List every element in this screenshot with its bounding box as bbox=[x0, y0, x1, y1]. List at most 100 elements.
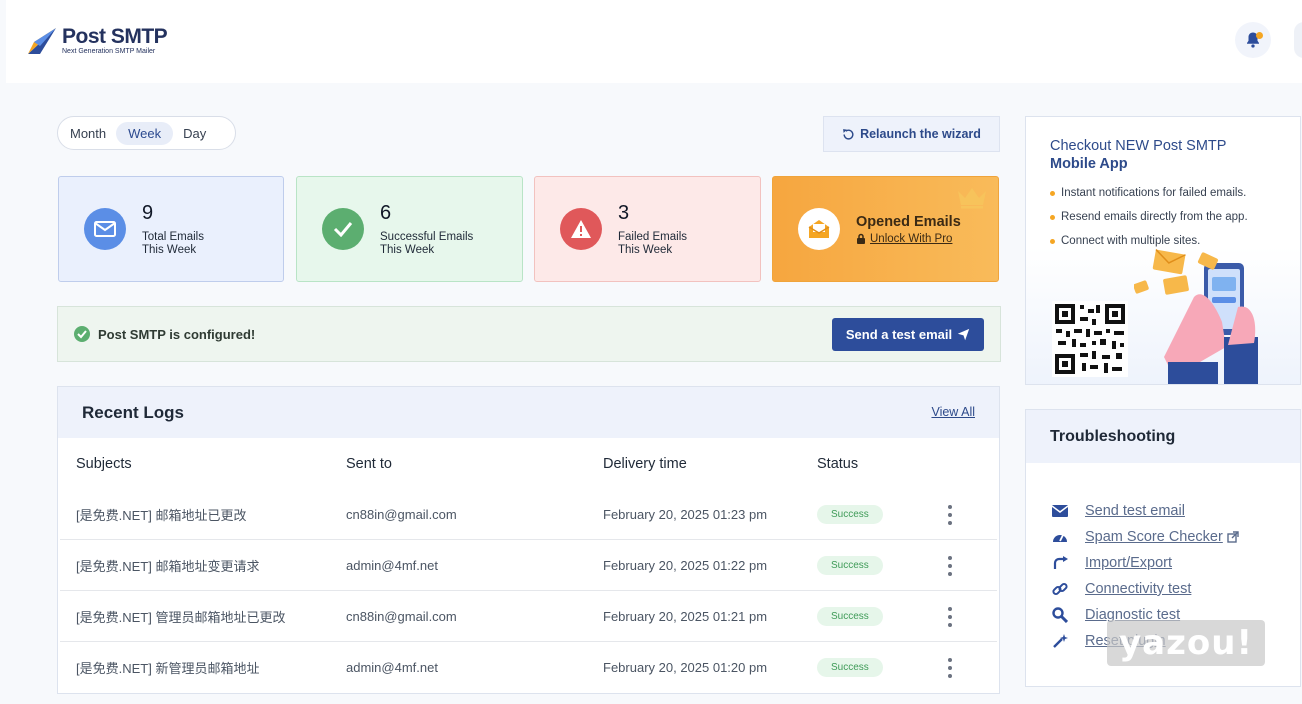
successful-emails-label: Successful Emails bbox=[380, 230, 474, 243]
import-export-label: Import/Export bbox=[1085, 555, 1173, 571]
opened-emails-card[interactable]: Opened Emails Unlock With Pro bbox=[772, 176, 999, 282]
recent-logs-header: Recent Logs View All bbox=[58, 387, 999, 438]
phone-hand-illustration-icon bbox=[1134, 249, 1258, 384]
promo-feature: Instant notifications for failed emails. bbox=[1050, 181, 1248, 205]
row-delivery-time: February 20, 2025 01:21 pm bbox=[603, 609, 768, 624]
period-month[interactable]: Month bbox=[62, 122, 114, 145]
failed-emails-label: Failed Emails bbox=[618, 230, 688, 243]
row-delivery-time: February 20, 2025 01:20 pm bbox=[603, 660, 768, 675]
recent-logs-panel: Recent Logs View All Subjects Sent to De… bbox=[57, 386, 1000, 694]
send-test-email-label: Send a test email bbox=[845, 327, 953, 342]
open-envelope-icon bbox=[798, 208, 840, 250]
qr-code-icon bbox=[1052, 301, 1128, 377]
row-subject: [是免费.NET] 邮箱地址已更改 bbox=[76, 508, 247, 523]
row-actions-icon[interactable] bbox=[948, 642, 952, 693]
successful-emails-count: 6 bbox=[380, 201, 392, 224]
row-recipient: admin@4mf.net bbox=[346, 660, 438, 675]
column-subjects: Subjects bbox=[76, 455, 132, 472]
external-link-icon bbox=[1227, 531, 1239, 543]
column-status: Status bbox=[817, 455, 859, 472]
view-all-link[interactable]: View All bbox=[931, 405, 975, 419]
period-week[interactable]: Week bbox=[116, 121, 174, 145]
column-sent-to: Sent to bbox=[346, 455, 392, 472]
redo-arrow-icon bbox=[1051, 555, 1069, 571]
refresh-icon bbox=[843, 128, 854, 140]
magnifier-icon bbox=[1051, 607, 1069, 623]
notification-dot bbox=[1256, 32, 1263, 39]
send-test-email-link-label: Send test email bbox=[1085, 503, 1185, 519]
failed-emails-card: 3 Failed Emails This Week bbox=[534, 176, 761, 282]
unlock-with-pro-link[interactable]: Unlock With Pro bbox=[856, 233, 961, 245]
row-delivery-time: February 20, 2025 01:22 pm bbox=[603, 558, 768, 573]
promo-app-name: Mobile App bbox=[1050, 156, 1128, 172]
connectivity-test-link[interactable]: Connectivity test bbox=[1051, 576, 1239, 602]
unlock-with-pro-label: Unlock With Pro bbox=[870, 232, 953, 245]
check-circle-icon bbox=[74, 326, 90, 342]
row-actions-icon[interactable] bbox=[948, 540, 952, 591]
watermark-overlay: yazou! bbox=[1107, 620, 1265, 666]
post-smtp-logo[interactable]: Post SMTP Next Generation SMTP Mailer bbox=[26, 24, 168, 56]
total-emails-label: Total Emails bbox=[142, 230, 204, 243]
row-subject: [是免费.NET] 邮箱地址变更请求 bbox=[76, 559, 260, 574]
failed-emails-period: This Week bbox=[618, 243, 673, 256]
table-row[interactable]: [是免费.NET] 邮箱地址已更改 cn88in@gmail.com Febru… bbox=[58, 489, 999, 540]
warning-icon bbox=[560, 208, 602, 250]
gauge-icon bbox=[1051, 529, 1069, 545]
configured-message: Post SMTP is configured! bbox=[98, 326, 256, 342]
crown-icon bbox=[958, 188, 986, 209]
failed-emails-count: 3 bbox=[618, 201, 630, 224]
table-row[interactable]: [是免费.NET] 管理员邮箱地址已更改 cn88in@gmail.com Fe… bbox=[58, 591, 999, 642]
successful-emails-card: 6 Successful Emails This Week bbox=[296, 176, 523, 282]
row-recipient: admin@4mf.net bbox=[346, 558, 438, 573]
status-badge: Success bbox=[817, 607, 883, 626]
relaunch-wizard-button[interactable]: Relaunch the wizard bbox=[823, 116, 1000, 152]
row-actions-icon[interactable] bbox=[948, 489, 952, 540]
magic-wand-icon bbox=[1051, 633, 1069, 649]
promo-heading: Checkout NEW Post SMTP bbox=[1050, 138, 1227, 154]
row-recipient: cn88in@gmail.com bbox=[346, 609, 457, 624]
total-emails-period: This Week bbox=[142, 243, 197, 256]
top-bar bbox=[6, 0, 1302, 83]
recent-logs-title: Recent Logs bbox=[82, 402, 185, 422]
status-badge: Success bbox=[817, 658, 883, 677]
notifications-button[interactable] bbox=[1235, 22, 1271, 58]
logo-subtitle: Next Generation SMTP Mailer bbox=[62, 47, 156, 55]
column-delivery-time: Delivery time bbox=[603, 455, 687, 472]
send-test-email-link[interactable]: Send test email bbox=[1051, 498, 1239, 524]
paper-plane-logo-icon bbox=[28, 28, 56, 54]
row-subject: [是免费.NET] 新管理员邮箱地址 bbox=[76, 661, 260, 676]
promo-feature: Resend emails directly from the app. bbox=[1050, 205, 1248, 229]
period-day[interactable]: Day bbox=[175, 122, 214, 145]
relaunch-wizard-label: Relaunch the wizard bbox=[860, 127, 981, 141]
successful-emails-period: This Week bbox=[380, 243, 435, 256]
row-subject: [是免费.NET] 管理员邮箱地址已更改 bbox=[76, 610, 286, 625]
table-row[interactable]: [是免费.NET] 新管理员邮箱地址 admin@4mf.net Februar… bbox=[58, 642, 999, 693]
total-emails-count: 9 bbox=[142, 201, 154, 224]
table-row[interactable]: [是免费.NET] 邮箱地址变更请求 admin@4mf.net Februar… bbox=[58, 540, 999, 591]
status-badge: Success bbox=[817, 556, 883, 575]
opened-emails-label: Opened Emails bbox=[856, 213, 961, 230]
status-badge: Success bbox=[817, 505, 883, 524]
row-recipient: cn88in@gmail.com bbox=[346, 507, 457, 522]
checkmark-icon bbox=[322, 208, 364, 250]
configuration-status-bar: Post SMTP is configured! Send a test ema… bbox=[57, 306, 1001, 362]
promo-illustration bbox=[1026, 247, 1300, 384]
user-avatar[interactable] bbox=[1294, 22, 1302, 58]
spam-score-checker-label: Spam Score Checker bbox=[1085, 529, 1223, 545]
row-delivery-time: February 20, 2025 01:23 pm bbox=[603, 507, 768, 522]
logs-table-header: Subjects Sent to Delivery time Status bbox=[58, 438, 999, 489]
logo-title: Post SMTP bbox=[62, 24, 168, 48]
period-toggle: Month Week Day bbox=[57, 116, 236, 150]
envelope-icon bbox=[84, 208, 126, 250]
paper-plane-icon bbox=[957, 328, 970, 341]
troubleshooting-title: Troubleshooting bbox=[1026, 410, 1300, 463]
lock-icon bbox=[857, 233, 865, 244]
total-emails-card: 9 Total Emails This Week bbox=[58, 176, 284, 282]
link-icon bbox=[1051, 581, 1069, 597]
send-test-email-button[interactable]: Send a test email bbox=[832, 318, 984, 351]
import-export-link[interactable]: Import/Export bbox=[1051, 550, 1239, 576]
envelope-icon bbox=[1051, 503, 1069, 519]
spam-score-checker-link[interactable]: Spam Score Checker bbox=[1051, 524, 1239, 550]
row-actions-icon[interactable] bbox=[948, 591, 952, 642]
mobile-app-promo[interactable]: Checkout NEW Post SMTP Mobile App Instan… bbox=[1025, 116, 1301, 385]
